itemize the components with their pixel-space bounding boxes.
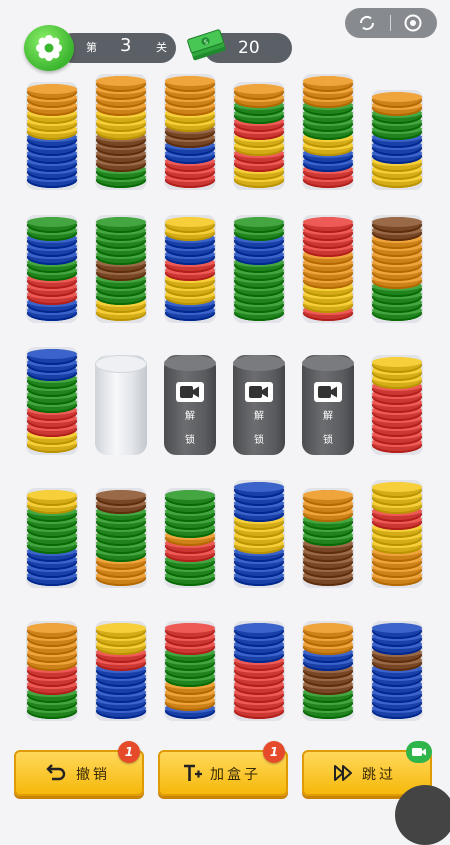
disc: [165, 623, 215, 639]
disc: [372, 482, 422, 498]
tube-board: 解锁解锁解锁: [0, 74, 450, 745]
video-unlock-icon: [176, 382, 204, 402]
disc: [234, 84, 284, 100]
disc-tube[interactable]: [233, 480, 285, 588]
disc-tube[interactable]: [26, 215, 78, 323]
level-prefix: 第: [86, 41, 97, 54]
video-ad-badge: [406, 741, 432, 763]
disc-tube[interactable]: [371, 355, 423, 455]
disc: [27, 349, 77, 365]
video-unlock-icon: [245, 382, 273, 402]
unlock-text-2: 锁: [323, 435, 333, 446]
disc: [27, 84, 77, 100]
disc: [165, 490, 215, 506]
gear-icon: [36, 35, 62, 61]
disc-tube[interactable]: [302, 74, 354, 190]
disc: [372, 623, 422, 639]
disc-tube[interactable]: [26, 488, 78, 588]
disc: [303, 623, 353, 639]
disc: [372, 217, 422, 233]
disc-tube[interactable]: [95, 215, 147, 323]
unlock-text-1: 解: [323, 411, 333, 422]
disc: [27, 623, 77, 639]
unlock-text-1: 解: [254, 411, 264, 422]
mini-program-capsule: [345, 8, 437, 38]
disc: [165, 217, 215, 233]
disc-tube[interactable]: [26, 347, 78, 455]
disc: [234, 482, 284, 498]
disc: [96, 490, 146, 506]
disc: [303, 490, 353, 506]
disc-tube[interactable]: [233, 215, 285, 323]
disc: [303, 76, 353, 92]
disc: [234, 217, 284, 233]
unlock-text-1: 解: [185, 411, 195, 422]
unlock-text-2: 锁: [185, 435, 195, 446]
disc: [27, 217, 77, 233]
settings-button[interactable]: [24, 25, 74, 71]
disc: [372, 357, 422, 373]
undo-icon: [46, 764, 66, 781]
add-box-label: 加盒子: [210, 767, 261, 783]
undo-label: 撤销: [76, 767, 110, 783]
video-unlock-icon: [314, 382, 342, 402]
target-icon[interactable]: [403, 13, 423, 33]
disc-tube[interactable]: [302, 621, 354, 721]
disc-tube[interactable]: [302, 215, 354, 323]
empty-tube[interactable]: [95, 355, 147, 455]
disc-tube[interactable]: [371, 621, 423, 721]
capsule-divider: [390, 15, 391, 31]
floating-corner-button[interactable]: [395, 785, 450, 845]
locked-tube[interactable]: 解锁: [233, 355, 285, 455]
add-tube-icon: [184, 764, 202, 781]
money-stack-icon: $: [187, 29, 226, 61]
disc: [96, 623, 146, 639]
disc-tube[interactable]: [371, 215, 423, 323]
add-box-count-badge: 1: [263, 741, 285, 763]
disc-tube[interactable]: [95, 621, 147, 721]
disc-tube[interactable]: [26, 82, 78, 190]
disc-tube[interactable]: [233, 621, 285, 721]
level-suffix: 关: [156, 41, 167, 54]
money-amount: 20: [238, 38, 260, 58]
disc-tube[interactable]: [371, 90, 423, 190]
disc-tube[interactable]: [302, 488, 354, 588]
disc: [165, 76, 215, 92]
disc: [372, 92, 422, 108]
disc: [96, 76, 146, 92]
disc-tube[interactable]: [95, 74, 147, 190]
unlock-text-2: 锁: [254, 435, 264, 446]
top-bar: 第 3 关 20 $: [0, 0, 450, 80]
disc-tube[interactable]: [164, 621, 216, 721]
disc: [234, 623, 284, 639]
disc: [27, 490, 77, 506]
level-indicator: 第 3 关: [58, 33, 176, 63]
locked-tube[interactable]: 解锁: [302, 355, 354, 455]
disc-tube[interactable]: [164, 74, 216, 190]
fast-forward-icon: [334, 765, 352, 781]
undo-count-badge: 1: [118, 741, 140, 763]
disc: [96, 217, 146, 233]
locked-tube[interactable]: 解锁: [164, 355, 216, 455]
video-camera-icon: [412, 748, 426, 756]
disc-tube[interactable]: [26, 621, 78, 721]
disc-tube[interactable]: [95, 488, 147, 588]
disc-tube[interactable]: [233, 82, 285, 190]
disc-tube[interactable]: [164, 215, 216, 323]
level-number: 3: [120, 35, 132, 56]
disc-tube[interactable]: [371, 480, 423, 588]
skip-label: 跳过: [362, 767, 396, 783]
disc-tube[interactable]: [164, 488, 216, 588]
refresh-icon[interactable]: [357, 14, 377, 32]
disc: [303, 217, 353, 233]
